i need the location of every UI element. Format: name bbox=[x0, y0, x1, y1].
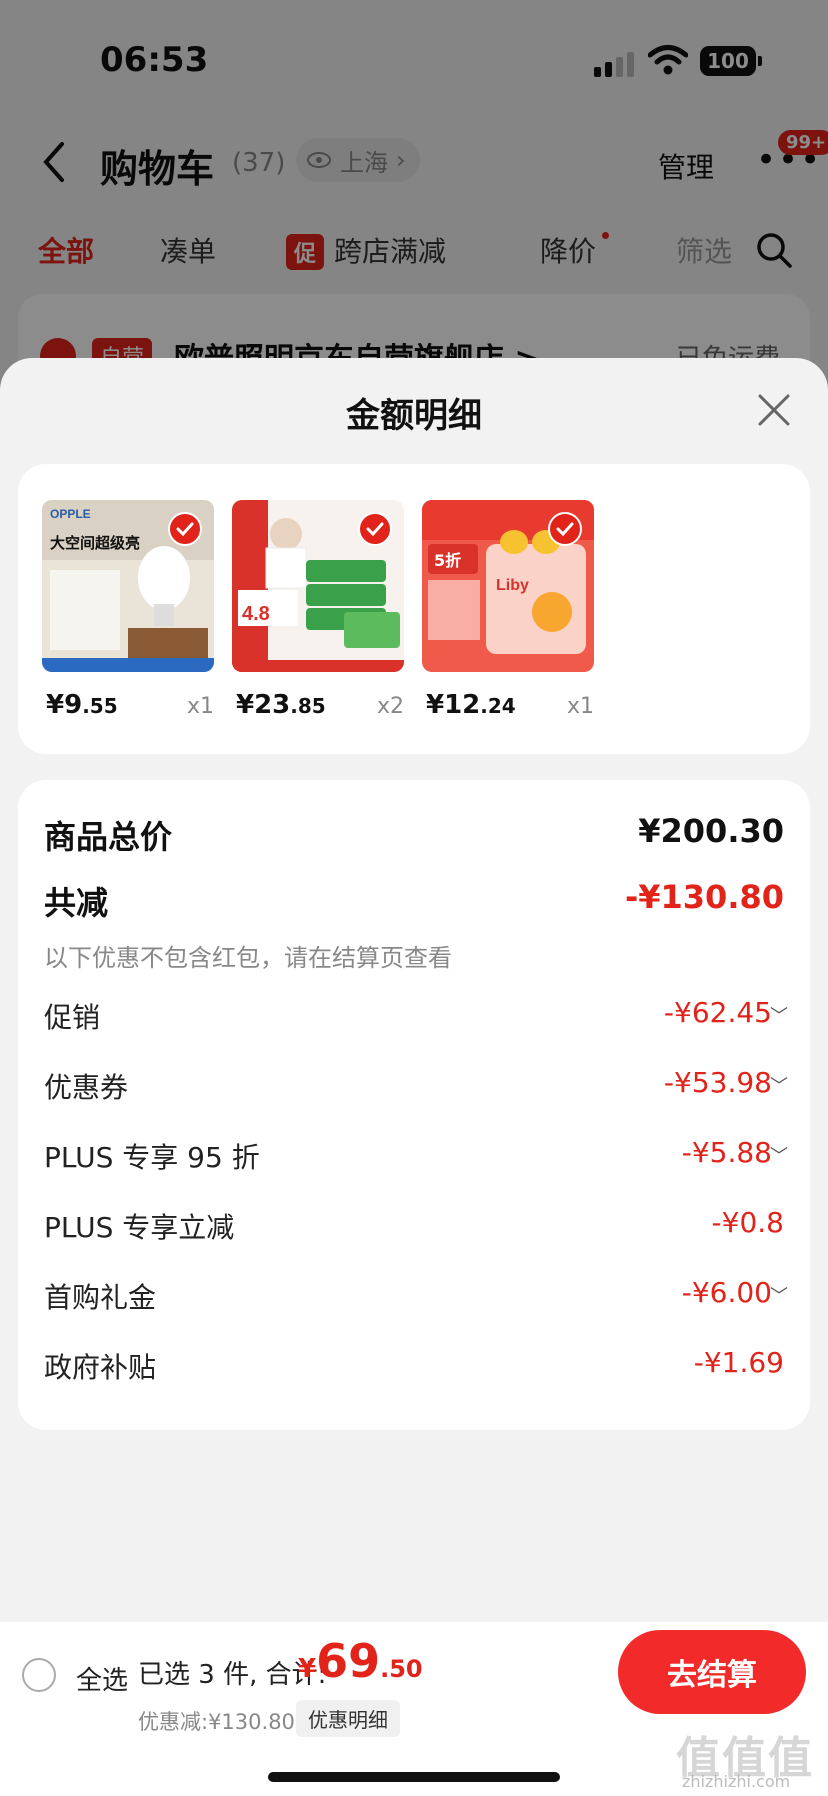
discount-label: 首购礼金 bbox=[44, 1281, 157, 1314]
discount-value: -¥62.45 bbox=[663, 996, 772, 1029]
price-decimal: .55 bbox=[82, 694, 118, 718]
price-int: ¥9 bbox=[46, 690, 83, 720]
amount-detail-sheet: 金额明细 OPPLE 大空间超级亮 ¥9.55 x1 4.8 ¥23.85 x2… bbox=[0, 358, 828, 1796]
select-all-checkbox[interactable] bbox=[22, 1658, 56, 1692]
product-item[interactable]: OPPLE 大空间超级亮 ¥9.55 x1 bbox=[42, 500, 214, 720]
checkmark-icon bbox=[358, 512, 392, 546]
product-thumbnail: OPPLE 大空间超级亮 bbox=[42, 500, 214, 672]
select-all-label[interactable]: 全选 bbox=[76, 1660, 128, 1697]
chevron-down-icon: ﹀ bbox=[770, 1076, 788, 1097]
product-qty: x2 bbox=[376, 694, 404, 719]
svg-text:Liby: Liby bbox=[496, 577, 529, 594]
discount-label: PLUS 专享 95 折 bbox=[44, 1141, 260, 1174]
discount-value: -¥6.00 bbox=[681, 1276, 772, 1309]
checkmark-icon bbox=[168, 512, 202, 546]
chevron-down-icon: ﹀ bbox=[770, 1286, 788, 1307]
discount-value: -¥5.88 bbox=[681, 1136, 772, 1169]
price-decimal: .24 bbox=[480, 694, 516, 718]
discount-label: 政府补贴 bbox=[44, 1351, 157, 1384]
discount-row-gov-subsidy: 政府补贴 -¥1.69 bbox=[44, 1346, 784, 1390]
product-qty: x1 bbox=[566, 694, 594, 719]
price-int: ¥23 bbox=[236, 690, 291, 720]
discount-label: PLUS 专享立减 bbox=[44, 1211, 235, 1244]
discount-value: -¥0.8 bbox=[711, 1206, 784, 1239]
svg-text:OPPLE: OPPLE bbox=[50, 507, 91, 521]
price-summary: 商品总价 ¥200.30 共减 -¥130.80 以下优惠不包含红包，请在结算页… bbox=[18, 780, 810, 1430]
discount-value: -¥1.69 bbox=[693, 1346, 784, 1379]
checkmark-icon bbox=[548, 512, 582, 546]
svg-text:大空间超级亮: 大空间超级亮 bbox=[50, 534, 140, 552]
product-price: ¥23.85 bbox=[236, 690, 326, 720]
discount-row-promotion[interactable]: 促销 -¥62.45 ﹀ bbox=[44, 996, 788, 1040]
discount-row-plus-95[interactable]: PLUS 专享 95 折 -¥5.88 ﹀ bbox=[44, 1136, 788, 1180]
discount-label: 促销 bbox=[44, 1001, 101, 1034]
chevron-down-icon: ﹀ bbox=[770, 1146, 788, 1167]
product-thumbnail: 5折 Liby bbox=[422, 500, 594, 672]
discount-summary: 优惠减:¥130.80 bbox=[138, 1710, 295, 1734]
svg-text:4.8: 4.8 bbox=[242, 603, 270, 625]
total-price-row: 商品总价 ¥200.30 bbox=[44, 812, 784, 856]
product-price: ¥12.24 bbox=[426, 690, 516, 720]
total-price-value: ¥200.30 bbox=[638, 812, 784, 850]
total-price-label: 商品总价 bbox=[44, 818, 173, 856]
svg-text:5折: 5折 bbox=[434, 551, 461, 570]
product-list: OPPLE 大空间超级亮 ¥9.55 x1 4.8 ¥23.85 x2 5折 L… bbox=[18, 464, 810, 754]
discount-detail-button[interactable]: 优惠明细 bbox=[296, 1700, 400, 1737]
total-reduce-row: 共减 -¥130.80 bbox=[44, 878, 784, 922]
product-qty: x1 bbox=[186, 694, 214, 719]
product-item[interactable]: 5折 Liby ¥12.24 x1 bbox=[422, 500, 594, 720]
discount-value: -¥53.98 bbox=[663, 1066, 772, 1099]
sheet-title: 金额明细 bbox=[346, 396, 482, 436]
price-decimal: .85 bbox=[290, 694, 326, 718]
discount-row-coupon[interactable]: 优惠券 -¥53.98 ﹀ bbox=[44, 1066, 788, 1110]
chevron-down-icon: ﹀ bbox=[770, 1006, 788, 1027]
total-currency: ¥ bbox=[298, 1654, 317, 1684]
checkout-bar: 全选 已选 3 件, 合计: ¥69.50 优惠减:¥130.80 优惠明细 去… bbox=[0, 1622, 828, 1796]
total-reduce-value: -¥130.80 bbox=[624, 878, 784, 916]
total-int: 69 bbox=[316, 1634, 381, 1688]
total-decimal: .50 bbox=[380, 1655, 423, 1683]
discount-note: 以下优惠不包含红包，请在结算页查看 bbox=[44, 944, 452, 972]
checkout-button[interactable]: 去结算 bbox=[618, 1630, 806, 1714]
discount-row-plus-reduce: PLUS 专享立减 -¥0.8 bbox=[44, 1206, 784, 1250]
selected-total: ¥69.50 bbox=[298, 1634, 423, 1688]
discount-row-first-purchase[interactable]: 首购礼金 -¥6.00 ﹀ bbox=[44, 1276, 788, 1320]
product-price: ¥9.55 bbox=[46, 690, 118, 720]
product-item[interactable]: 4.8 ¥23.85 x2 bbox=[232, 500, 404, 720]
total-reduce-label: 共减 bbox=[44, 884, 109, 922]
close-icon[interactable] bbox=[756, 392, 792, 428]
watermark-url: zhizhizhi.com bbox=[682, 1772, 791, 1791]
discount-label: 优惠券 bbox=[44, 1071, 129, 1104]
product-thumbnail: 4.8 bbox=[232, 500, 404, 672]
price-int: ¥12 bbox=[426, 690, 481, 720]
home-indicator[interactable] bbox=[268, 1772, 560, 1782]
